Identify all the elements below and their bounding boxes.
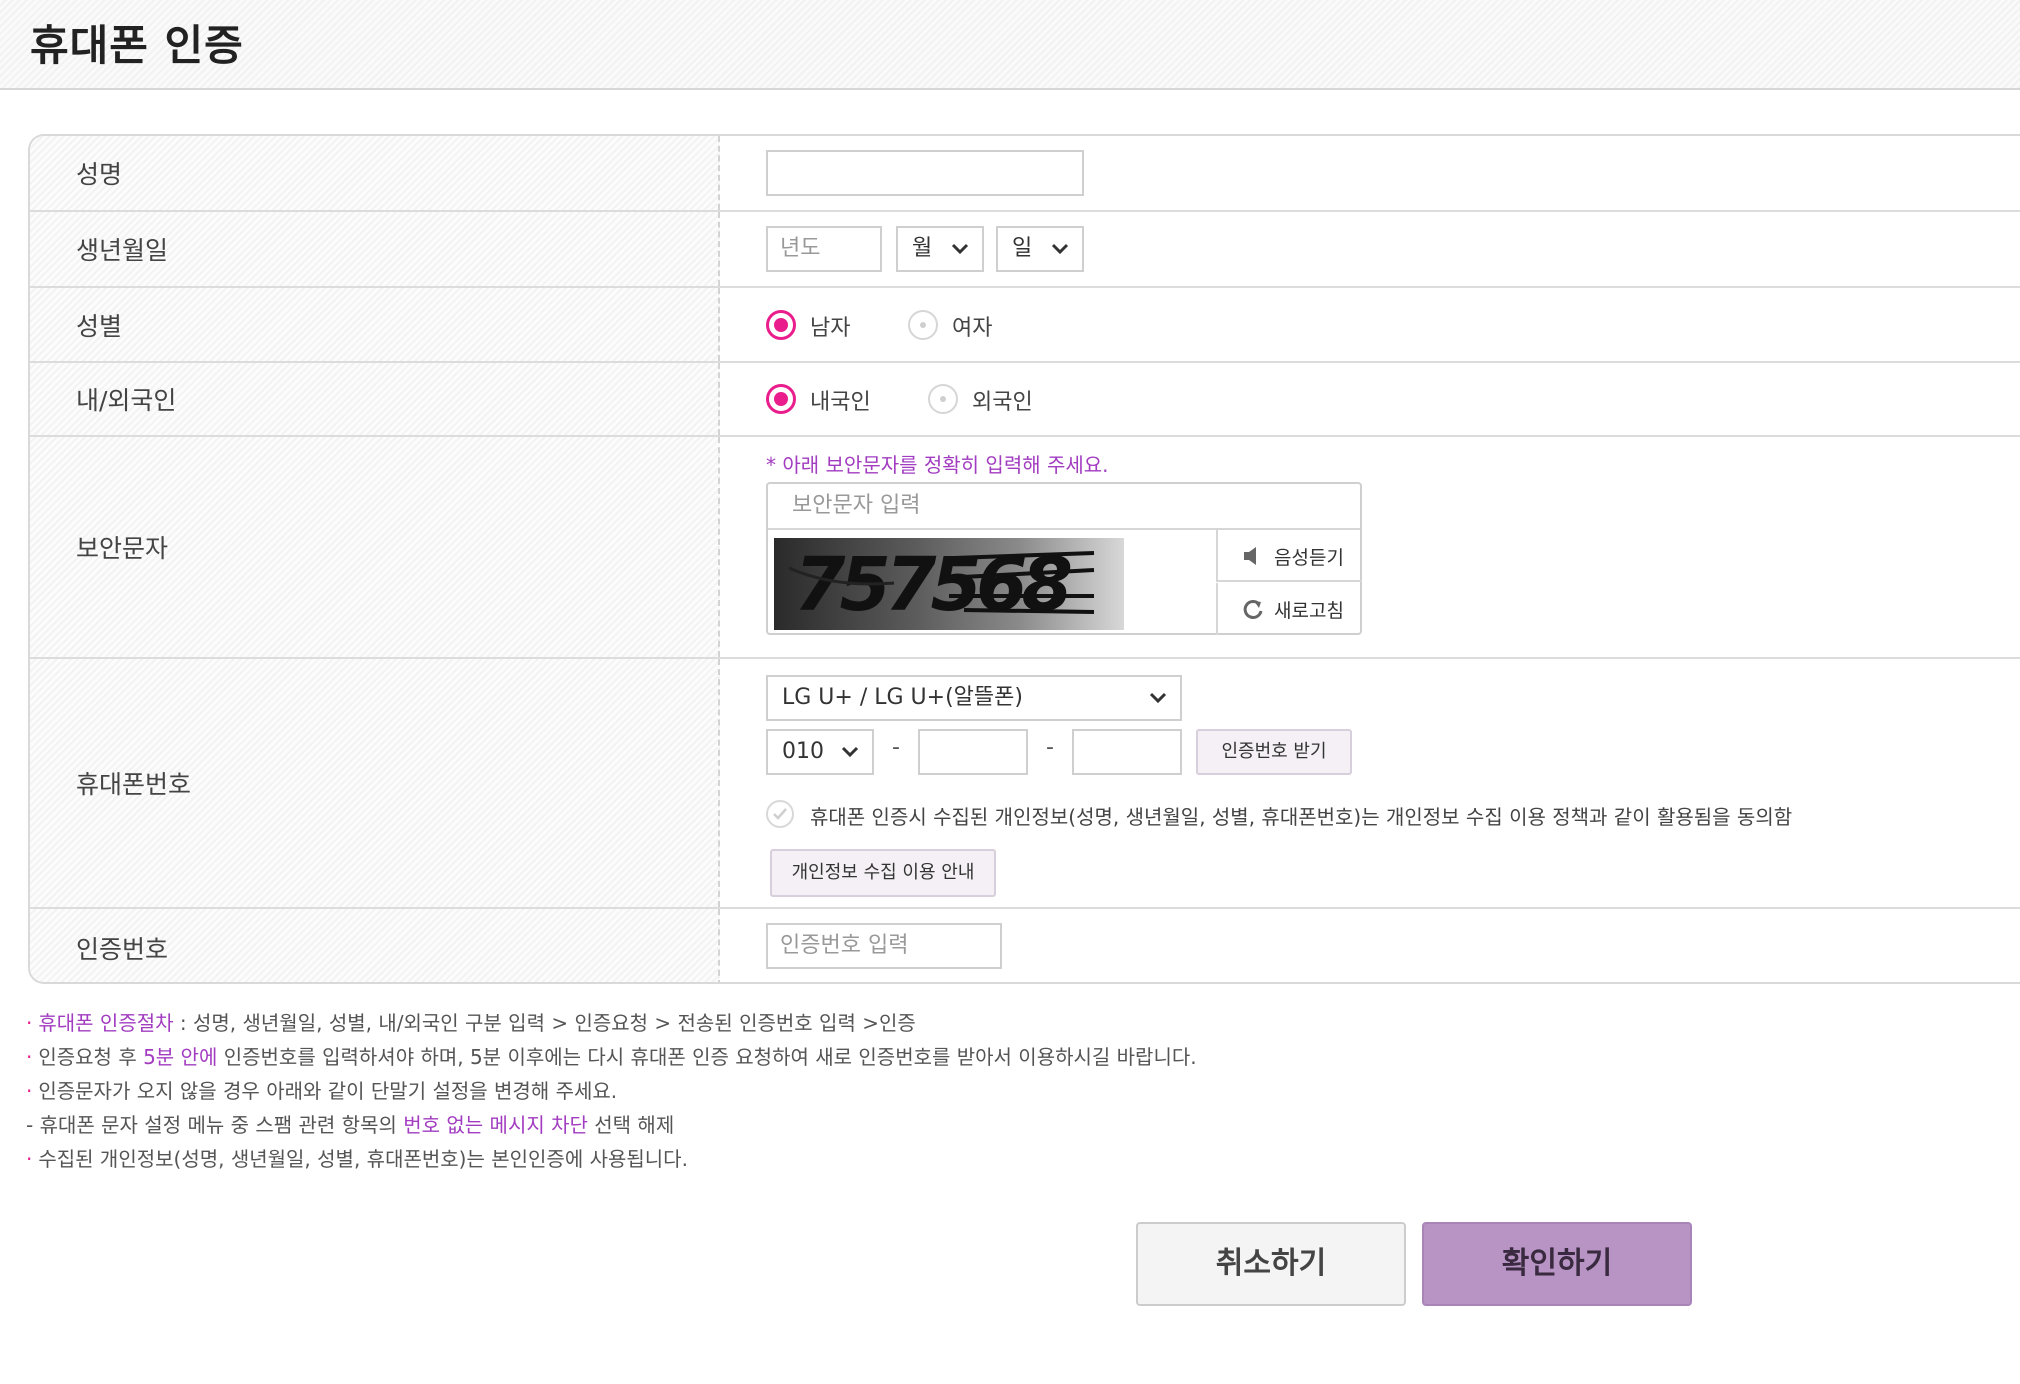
gender-male-radio[interactable]: [766, 310, 796, 340]
carrier-select[interactable]: LG U+ / LG U+(알뜰폰): [766, 675, 1182, 721]
chevron-down-icon: [841, 746, 859, 758]
captcha-image: 757568: [774, 538, 1124, 630]
gender-label-cell: 성별: [30, 288, 720, 361]
speaker-icon: [1244, 547, 1256, 565]
captcha-listen-button[interactable]: 음성듣기: [1216, 530, 1362, 582]
note-text: 인증문자가 오지 않을 경우 아래와 같이 단말기 설정을 변경해 주세요.: [38, 1079, 618, 1103]
gender-male-label: 남자: [810, 316, 851, 341]
refresh-icon: [1243, 599, 1263, 619]
code-label-cell: 인증번호: [30, 909, 720, 982]
request-code-button[interactable]: 인증번호 받기: [1196, 729, 1352, 775]
phone-prefix-value: 010: [782, 739, 824, 764]
code-row: 인증번호 인증번호 입력: [30, 909, 2020, 982]
carrier-value: LG U+ / LG U+(알뜰폰): [782, 685, 1023, 710]
phone-label-cell: 휴대폰번호: [30, 659, 720, 907]
agree-text: 휴대폰 인증시 수집된 개인정보(성명, 생년월일, 성별, 휴대폰번호)는 개…: [810, 805, 1793, 829]
nationality-foreign-label: 외국인: [972, 390, 1033, 415]
captcha-image-graphic: 757568: [788, 542, 1095, 628]
nationality-domestic-label: 내국인: [810, 390, 871, 415]
note-bullet: ·: [26, 1079, 33, 1103]
gender-row: 성별 남자 여자: [30, 288, 2020, 363]
birth-label-cell: 생년월일: [30, 212, 720, 286]
birth-row: 생년월일 년도 월 일: [30, 212, 2020, 288]
name-label: 성명: [76, 160, 123, 189]
code-input[interactable]: 인증번호 입력: [766, 923, 1002, 969]
captcha-row: 보안문자 * 아래 보안문자를 정확히 입력해 주세요. 보안문자 입력 757…: [30, 437, 2020, 659]
chevron-down-icon: [951, 243, 969, 255]
notes-list: · 휴대폰 인증절차 : 성명, 생년월일, 성별, 내/외국인 구분 입력 > …: [26, 1006, 1197, 1176]
birth-month-select[interactable]: 월: [896, 226, 984, 272]
captcha-label: 보안문자: [76, 534, 169, 563]
privacy-guide-button[interactable]: 개인정보 수집 이용 안내: [770, 849, 996, 897]
phone-content: LG U+ / LG U+(알뜰폰) 010 - - 인증번호 받기 휴대폰 인…: [722, 659, 2020, 907]
code-content: 인증번호 입력: [722, 909, 2020, 982]
check-icon: [773, 808, 787, 820]
phone-separator-2: -: [1046, 735, 1054, 760]
birth-day-select[interactable]: 일: [996, 226, 1084, 272]
note-item: · 인증요청 후 5분 안에 인증번호를 입력하셔야 하며, 5분 이후에는 다시…: [26, 1040, 1197, 1074]
note-text: : 성명, 생년월일, 성별, 내/외국인 구분 입력 > 인증요청 > 전송된…: [173, 1011, 916, 1035]
note-item: - 휴대폰 문자 설정 메뉴 중 스팸 관련 항목의 번호 없는 메시지 차단 …: [26, 1108, 1197, 1142]
note-item: · 인증문자가 오지 않을 경우 아래와 같이 단말기 설정을 변경해 주세요.: [26, 1074, 1197, 1108]
note-text: 인증요청 후: [38, 1045, 144, 1069]
nationality-foreign-radio[interactable]: [928, 384, 958, 414]
verification-form: 성명 생년월일 년도 월 일 성별 남자 여자 내/외국인 내국인 외국인 보안…: [28, 134, 2020, 984]
name-input[interactable]: [766, 150, 1084, 196]
note-highlight: 5분 안에: [143, 1045, 218, 1069]
captcha-refresh-label: 새로고침: [1274, 600, 1344, 622]
nationality-domestic-radio[interactable]: [766, 384, 796, 414]
code-label: 인증번호: [76, 934, 169, 964]
phone-last-input[interactable]: [1072, 729, 1182, 775]
nationality-label-cell: 내/외국인: [30, 363, 720, 435]
phone-separator-1: -: [892, 735, 900, 760]
page-header: 휴대폰 인증: [0, 0, 2020, 90]
note-highlight: 번호 없는 메시지 차단: [403, 1113, 588, 1137]
nationality-content: 내국인 외국인: [722, 363, 2020, 435]
confirm-button[interactable]: 확인하기: [1422, 1222, 1692, 1306]
nationality-label: 내/외국인: [76, 386, 177, 415]
note-bullet: ·: [26, 1147, 33, 1171]
phone-label: 휴대폰번호: [76, 770, 192, 799]
name-row: 성명: [30, 136, 2020, 212]
captcha-listen-label: 음성듣기: [1274, 547, 1344, 569]
birth-content: 년도 월 일: [722, 212, 2020, 286]
captcha-input[interactable]: 보안문자 입력: [768, 484, 1360, 530]
note-text: - 휴대폰 문자 설정 메뉴 중 스팸 관련 항목의: [26, 1113, 404, 1137]
note-text: 인증번호를 입력하셔야 하며, 5분 이후에는 다시 휴대폰 인증 요청하여 새…: [217, 1045, 1197, 1069]
captcha-box: 보안문자 입력 757568 음성듣기 새로고침: [766, 482, 1362, 635]
gender-label: 성별: [76, 311, 123, 341]
phone-prefix-select[interactable]: 010: [766, 729, 874, 775]
captcha-content: * 아래 보안문자를 정확히 입력해 주세요. 보안문자 입력 757568 음…: [722, 437, 2020, 657]
captcha-hint: * 아래 보안문자를 정확히 입력해 주세요.: [766, 453, 1109, 477]
note-text: 수집된 개인정보(성명, 생년월일, 성별, 휴대폰번호)는 본인인증에 사용됩…: [38, 1147, 688, 1171]
note-item: · 수집된 개인정보(성명, 생년월일, 성별, 휴대폰번호)는 본인인증에 사용…: [26, 1142, 1197, 1176]
note-bullet: ·: [26, 1045, 33, 1069]
name-content: [722, 136, 2020, 210]
note-bullet: ·: [26, 1011, 33, 1035]
birth-month-value: 월: [912, 236, 933, 261]
chevron-down-icon: [1051, 243, 1069, 255]
birth-day-value: 일: [1012, 236, 1033, 261]
birth-year-input[interactable]: 년도: [766, 226, 882, 272]
gender-female-label: 여자: [952, 316, 993, 341]
captcha-refresh-button[interactable]: 새로고침: [1216, 583, 1362, 635]
phone-middle-input[interactable]: [918, 729, 1028, 775]
captcha-label-cell: 보안문자: [30, 437, 720, 657]
gender-content: 남자 여자: [722, 288, 2020, 361]
note-text: 선택 해제: [587, 1113, 675, 1137]
gender-female-radio[interactable]: [908, 310, 938, 340]
note-item: · 휴대폰 인증절차 : 성명, 생년월일, 성별, 내/외국인 구분 입력 > …: [26, 1006, 1197, 1040]
name-label-cell: 성명: [30, 136, 720, 210]
birth-label: 생년월일: [76, 236, 169, 265]
page-title: 휴대폰 인증: [30, 21, 244, 70]
chevron-down-icon: [1149, 692, 1167, 704]
nationality-row: 내/외국인 내국인 외국인: [30, 363, 2020, 437]
cancel-button[interactable]: 취소하기: [1136, 1222, 1406, 1306]
note-highlight: 휴대폰 인증절차: [38, 1011, 174, 1035]
agree-checkbox[interactable]: [766, 800, 794, 828]
phone-row: 휴대폰번호 LG U+ / LG U+(알뜰폰) 010 - - 인증번호 받기…: [30, 659, 2020, 909]
